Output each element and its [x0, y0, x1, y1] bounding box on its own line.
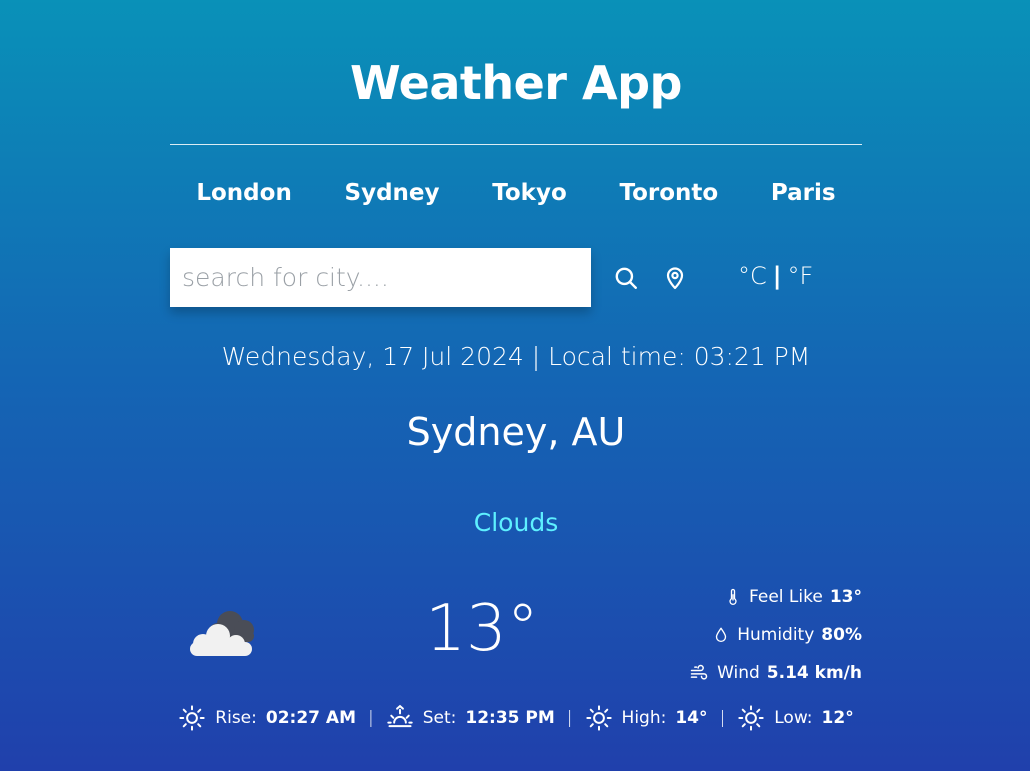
- local-datetime: Wednesday, 17 Jul 2024 | Local time: 03:…: [221, 342, 811, 371]
- sunrise-value: 02:27 AM: [265, 708, 356, 728]
- app-title: Weather App: [350, 56, 682, 110]
- weather-details: Feel Like 13° Humidity 80% Wind 5.14 km/…: [670, 578, 862, 692]
- feels-like-row: Feel Like 13°: [670, 578, 862, 616]
- clouds-icon: [184, 600, 264, 660]
- city-button-sydney[interactable]: Sydney: [339, 180, 446, 214]
- separator: |: [719, 708, 726, 728]
- humidity-row: Humidity 80%: [670, 616, 862, 654]
- humidity-label: Humidity: [737, 625, 815, 645]
- unit-separator: |: [772, 262, 782, 290]
- low-temp-value: 12°: [821, 708, 854, 728]
- city-button-tokyo[interactable]: Tokyo: [486, 180, 573, 214]
- search-button[interactable]: [611, 263, 641, 293]
- low-temp-item: Low: 12°: [737, 704, 854, 732]
- low-temp-label: Low:: [774, 708, 813, 728]
- location-name: Sydney, AU: [406, 410, 626, 454]
- weather-app: Weather App London Sydney Tokyo Toronto …: [170, 0, 862, 771]
- wind-row: Wind 5.14 km/h: [670, 654, 862, 692]
- unit-toggle: °C | °F: [738, 262, 813, 290]
- high-temp-item: High: 14°: [585, 704, 708, 732]
- high-temp-label: High:: [621, 708, 667, 728]
- sunset-label: Set:: [422, 708, 457, 728]
- sun-temp-summary: Rise: 02:27 AM | Set: 12:35 PM | High: 1…: [170, 702, 862, 734]
- city-button-london[interactable]: London: [190, 180, 297, 214]
- droplet-icon: [716, 627, 727, 643]
- wind-label: Wind: [717, 663, 760, 683]
- sunset-item: Set: 12:35 PM: [386, 704, 555, 732]
- sun-icon: [585, 705, 612, 731]
- city-button-toronto[interactable]: Toronto: [613, 180, 724, 214]
- sunrise-label: Rise:: [215, 708, 257, 728]
- thermometer-icon: [729, 588, 737, 605]
- location-pin-icon: [666, 267, 684, 290]
- sunrise-icon: [179, 705, 205, 731]
- celsius-button[interactable]: °C: [738, 262, 767, 290]
- humidity-value: 80%: [821, 625, 862, 645]
- sunrise-item: Rise: 02:27 AM: [178, 704, 356, 732]
- sunset-icon: [387, 704, 413, 728]
- search-input[interactable]: [170, 248, 591, 307]
- fahrenheit-button[interactable]: °F: [788, 262, 814, 290]
- search-icon: [615, 267, 637, 289]
- feels-like-label: Feel Like: [749, 587, 823, 607]
- high-temp-value: 14°: [675, 708, 708, 728]
- feels-like-value: 13°: [829, 587, 862, 607]
- separator: |: [566, 708, 573, 728]
- wind-value: 5.14 km/h: [766, 663, 862, 683]
- city-shortcuts: London Sydney Tokyo Toronto Paris: [170, 180, 862, 214]
- wind-icon: [690, 664, 708, 680]
- sun-icon: [738, 705, 764, 731]
- sunset-value: 12:35 PM: [465, 708, 555, 728]
- current-temperature: 13°: [425, 592, 539, 666]
- current-location-button[interactable]: [660, 263, 690, 293]
- city-button-paris[interactable]: Paris: [765, 180, 842, 214]
- title-divider: [170, 144, 862, 145]
- weather-condition: Clouds: [473, 508, 559, 537]
- separator: |: [367, 708, 374, 728]
